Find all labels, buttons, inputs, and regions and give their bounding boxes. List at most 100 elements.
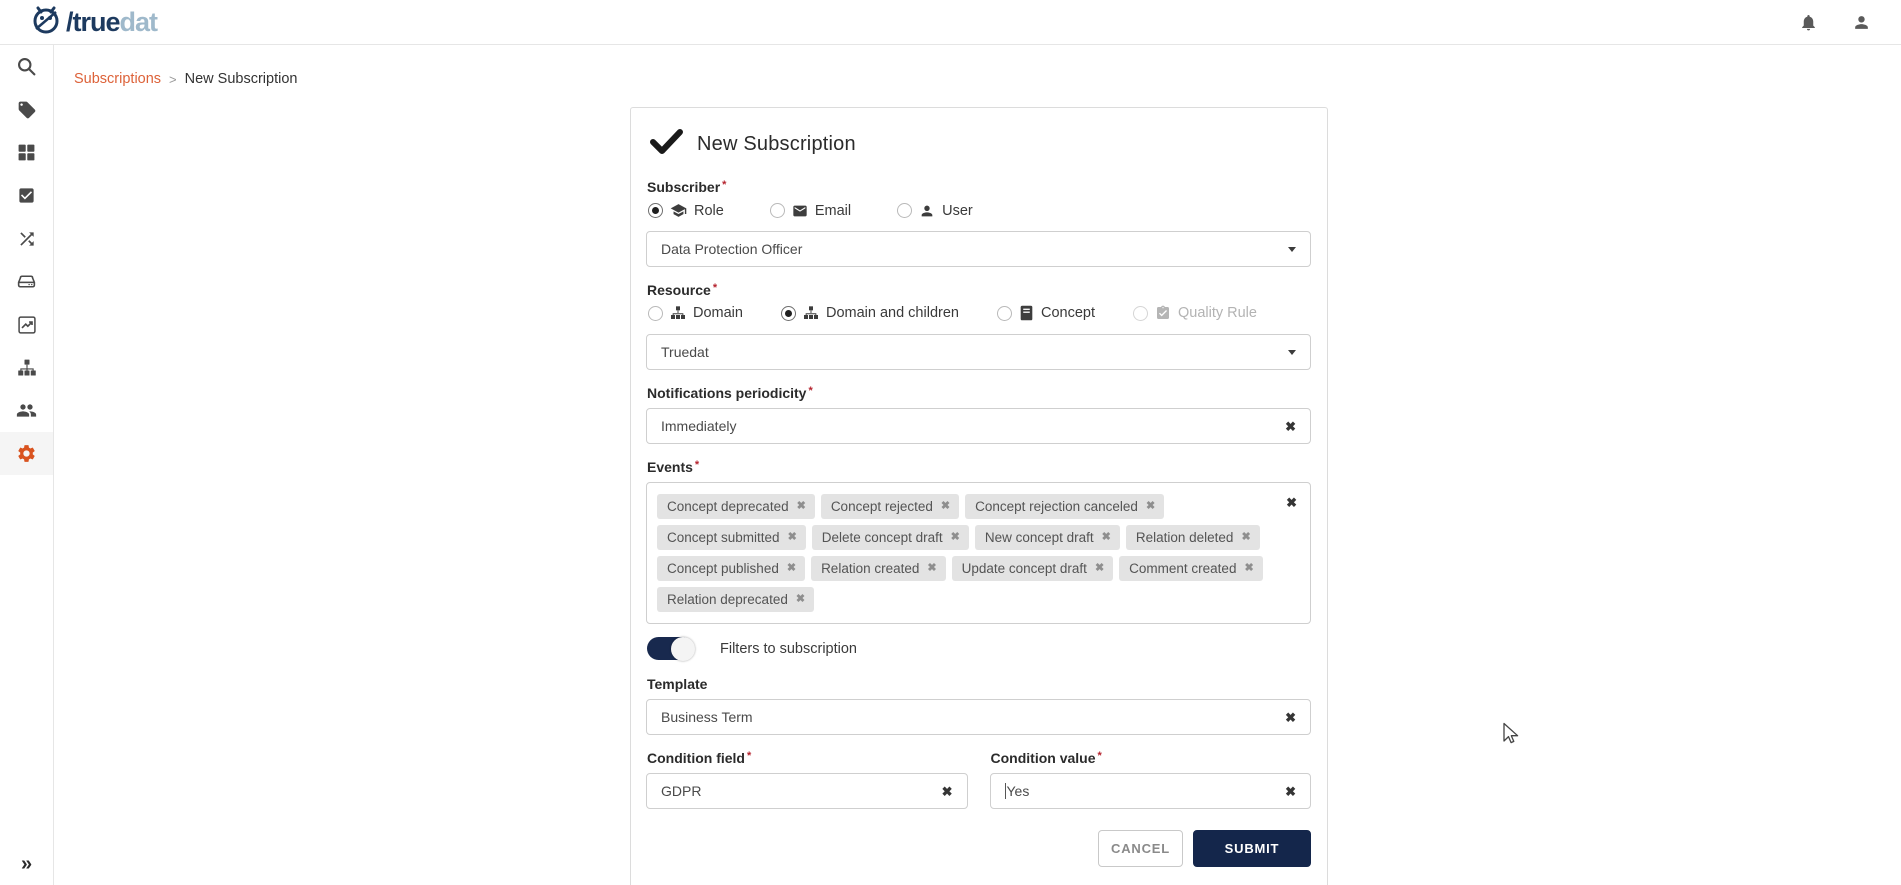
event-tag: Concept submitted✖ [657, 525, 806, 550]
remove-tag-icon[interactable]: ✖ [1241, 532, 1250, 543]
event-tag: Concept deprecated✖ [657, 494, 815, 519]
sidebar-item-domains[interactable] [0, 346, 53, 389]
subscriber-option-user[interactable]: User [897, 203, 973, 219]
periodicity-input[interactable]: Immediately ✖ [646, 408, 1311, 444]
envelope-icon [792, 203, 808, 219]
clear-icon[interactable]: ✖ [1285, 711, 1296, 724]
sidebar-item-search[interactable] [0, 45, 53, 88]
remove-tag-icon[interactable]: ✖ [787, 563, 796, 574]
check-square-icon [17, 186, 36, 205]
remove-tag-icon[interactable]: ✖ [927, 563, 936, 574]
event-tag: Comment created✖ [1119, 556, 1263, 581]
clipboard-check-icon [1155, 305, 1171, 321]
person-icon [919, 203, 935, 219]
filters-toggle[interactable] [647, 637, 694, 660]
radio-domain-and-children[interactable] [781, 306, 796, 321]
sidebar-item-tasks[interactable] [0, 174, 53, 217]
subscriber-option-role[interactable]: Role [648, 202, 724, 219]
chevron-down-icon [1288, 350, 1296, 355]
radio-email[interactable] [770, 203, 785, 218]
resource-option-domain-and-children[interactable]: Domain and children [781, 305, 959, 321]
sidebar-item-analytics[interactable] [0, 303, 53, 346]
truedat-logo[interactable]: /truedat [28, 2, 157, 43]
remove-tag-icon[interactable]: ✖ [941, 501, 950, 512]
radio-quality-rule [1133, 306, 1148, 321]
condition-field-value: GDPR [661, 783, 942, 799]
remove-tag-icon[interactable]: ✖ [951, 532, 960, 543]
sitemap-small-icon [670, 305, 686, 321]
events-label: Events* [647, 459, 1311, 475]
toggle-knob [671, 637, 695, 661]
periodicity-value: Immediately [661, 418, 1285, 434]
condition-value-value: Yes [1007, 783, 1286, 799]
radio-concept[interactable] [997, 306, 1012, 321]
user-profile-icon[interactable] [1852, 13, 1871, 32]
remove-tag-icon[interactable]: ✖ [788, 532, 797, 543]
remove-tag-icon[interactable]: ✖ [1244, 563, 1253, 574]
clear-icon[interactable]: ✖ [1285, 420, 1296, 433]
graduation-cap-icon [670, 202, 687, 219]
chevron-down-icon [1288, 247, 1296, 252]
sidebar-item-lineage[interactable] [0, 217, 53, 260]
clear-icon[interactable]: ✖ [1285, 785, 1296, 798]
sidebar-item-users[interactable] [0, 389, 53, 432]
resource-select[interactable]: Truedat [646, 334, 1311, 370]
event-tag: Relation deleted✖ [1126, 525, 1260, 550]
grid-icon [17, 143, 36, 162]
resource-option-domain[interactable]: Domain [648, 305, 743, 321]
template-input[interactable]: Business Term ✖ [646, 699, 1311, 735]
submit-button[interactable]: SUBMIT [1193, 830, 1311, 867]
subscriber-label: Subscriber* [647, 179, 1311, 195]
radio-user[interactable] [897, 203, 912, 218]
event-tag: Relation deprecated✖ [657, 587, 814, 612]
sidebar-collapse-button[interactable]: » [0, 849, 53, 879]
resource-option-quality-rule[interactable]: Quality Rule [1133, 305, 1257, 321]
remove-tag-icon[interactable]: ✖ [796, 594, 805, 605]
condition-value-input[interactable]: Yes ✖ [990, 773, 1312, 809]
checkmark-icon [650, 128, 683, 161]
filters-toggle-label: Filters to subscription [720, 641, 857, 657]
sidebar-item-settings[interactable] [0, 432, 53, 475]
sidebar-item-tags[interactable] [0, 88, 53, 131]
top-bar: /truedat [0, 0, 1901, 45]
radio-role[interactable] [648, 203, 663, 218]
clear-all-icon[interactable]: ✖ [1286, 496, 1297, 509]
resource-radio-group: Domain Domain and children Concept Quali… [648, 305, 1311, 321]
event-tag: Concept published✖ [657, 556, 805, 581]
line-chart-icon [17, 315, 37, 335]
shuffle-icon [17, 229, 37, 249]
remove-tag-icon[interactable]: ✖ [797, 501, 806, 512]
remove-tag-icon[interactable]: ✖ [1146, 501, 1155, 512]
event-tag: Concept rejection canceled✖ [965, 494, 1164, 519]
chevron-double-right-icon: » [21, 853, 32, 876]
resource-option-concept[interactable]: Concept [997, 305, 1095, 321]
breadcrumb: Subscriptions > New Subscription [74, 71, 297, 87]
sidebar: » [0, 45, 54, 885]
breadcrumb-separator: > [169, 72, 177, 87]
gear-icon [16, 443, 37, 464]
owl-logo-icon [28, 2, 64, 43]
subscriber-select[interactable]: Data Protection Officer [646, 231, 1311, 267]
subscriber-option-email[interactable]: Email [770, 203, 851, 219]
event-tag: Delete concept draft✖ [812, 525, 969, 550]
condition-value-label: Condition value* [991, 750, 1312, 766]
events-multiselect[interactable]: ✖ Concept deprecated✖Concept rejected✖Co… [646, 482, 1311, 624]
resource-label: Resource* [647, 282, 1311, 298]
subscriber-select-value: Data Protection Officer [661, 241, 1288, 257]
event-tag: Concept rejected✖ [821, 494, 959, 519]
periodicity-label: Notifications periodicity* [647, 385, 1311, 401]
event-tag: Update concept draft✖ [952, 556, 1114, 581]
cancel-button[interactable]: CANCEL [1098, 830, 1183, 867]
tag-icon [17, 100, 37, 120]
breadcrumb-link-subscriptions[interactable]: Subscriptions [74, 71, 161, 87]
condition-field-input[interactable]: GDPR ✖ [646, 773, 968, 809]
subscriber-radio-group: Role Email User [648, 202, 1311, 219]
remove-tag-icon[interactable]: ✖ [1095, 563, 1104, 574]
condition-field-label: Condition field* [647, 750, 968, 766]
notifications-bell-icon[interactable] [1799, 13, 1818, 32]
clear-icon[interactable]: ✖ [942, 785, 953, 798]
sidebar-item-dashboards[interactable] [0, 131, 53, 174]
remove-tag-icon[interactable]: ✖ [1102, 532, 1111, 543]
radio-domain[interactable] [648, 306, 663, 321]
sidebar-item-data-sources[interactable] [0, 260, 53, 303]
